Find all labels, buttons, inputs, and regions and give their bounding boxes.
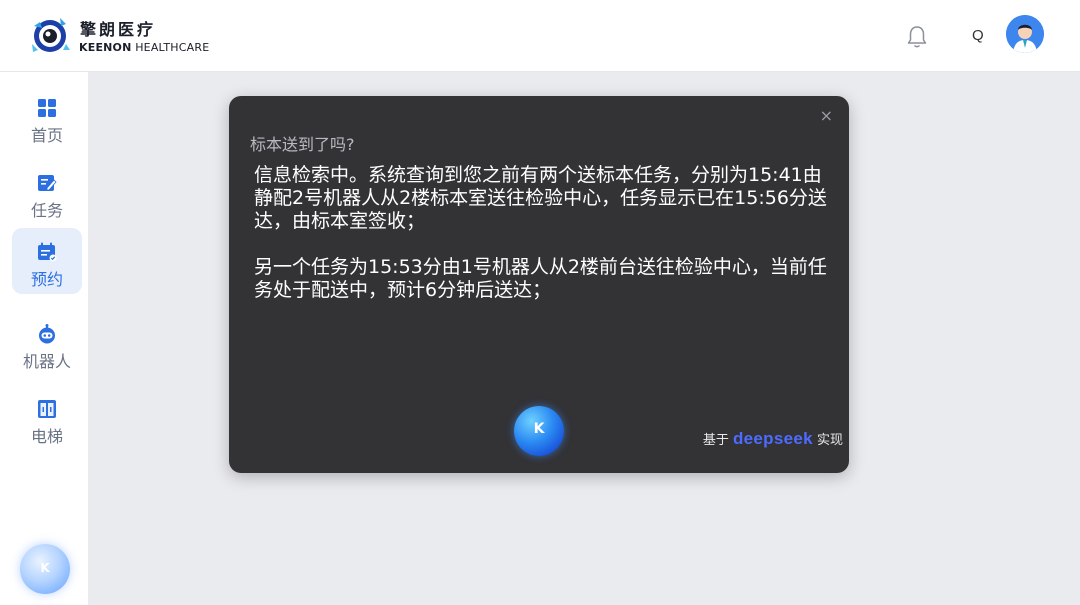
powered-prefix: 基于	[702, 433, 733, 448]
sidebar-item-home[interactable]: 首页	[12, 84, 82, 150]
bell-icon[interactable]	[904, 24, 930, 50]
brand-name-en: KEENON HEALTHCARE	[79, 41, 209, 54]
answer-paragraph: 另一个任务为15:53分由1号机器人从2楼前台送往检验中心，当前任务处于配送中，…	[254, 256, 827, 301]
sidebar-item-label: 任务	[30, 201, 63, 220]
keenon-logo-icon	[32, 18, 70, 52]
sidebar-item-label: 首页	[30, 126, 63, 145]
dialog-answer: 信息检索中。系统查询到您之前有两个送标本任务，分别为15:41由静配2号机器人从…	[254, 164, 832, 325]
ai-answer-dialog: × 标本送到了吗? 信息检索中。系统查询到您之前有两个送标本任务，分别为15:4…	[229, 96, 849, 473]
brand-name-en-bold: KEENON	[79, 41, 132, 54]
sidebar: 首页 任务 预约 机器人 电梯	[0, 72, 88, 605]
sidebar-item-appointment[interactable]: 预约	[12, 228, 82, 294]
sidebar-item-elevator[interactable]: 电梯	[12, 385, 82, 451]
brand-name-en-rest: HEALTHCARE	[131, 41, 210, 54]
doctor-avatar-icon	[1006, 15, 1044, 53]
sidebar-item-label: 预约	[30, 270, 63, 289]
elevator-icon	[38, 400, 56, 418]
edit-task-icon	[38, 175, 57, 191]
calendar-icon	[38, 242, 57, 262]
powered-by-label: 基于 deepseek 实现	[703, 429, 843, 449]
answer-paragraph: 信息检索中。系统查询到您之前有两个送标本任务，分别为15:41由静配2号机器人从…	[254, 164, 827, 232]
voice-assistant-orb[interactable]: K	[514, 406, 564, 456]
grid-icon	[38, 99, 56, 117]
sidebar-item-robots[interactable]: 机器人	[12, 310, 82, 376]
assistant-orb-button[interactable]: K	[20, 544, 70, 594]
top-header: 擎朗医疗 KEENON HEALTHCARE Q	[0, 0, 1080, 72]
language-switch[interactable]: Q	[972, 27, 984, 44]
brand-name-cn: 擎朗医疗	[80, 20, 157, 39]
sidebar-item-label: 机器人	[22, 352, 71, 371]
assistant-orb-letter: K	[40, 561, 50, 575]
user-avatar[interactable]	[1006, 15, 1044, 53]
sidebar-item-tasks[interactable]: 任务	[12, 159, 82, 225]
dialog-question: 标本送到了吗?	[250, 135, 355, 154]
close-icon[interactable]: ×	[820, 106, 833, 125]
sidebar-item-label: 电梯	[30, 427, 63, 446]
robot-icon	[39, 324, 55, 344]
orb-letter: K	[533, 421, 545, 437]
deepseek-logo: deepseek	[732, 429, 813, 448]
powered-suffix: 实现	[812, 433, 843, 448]
